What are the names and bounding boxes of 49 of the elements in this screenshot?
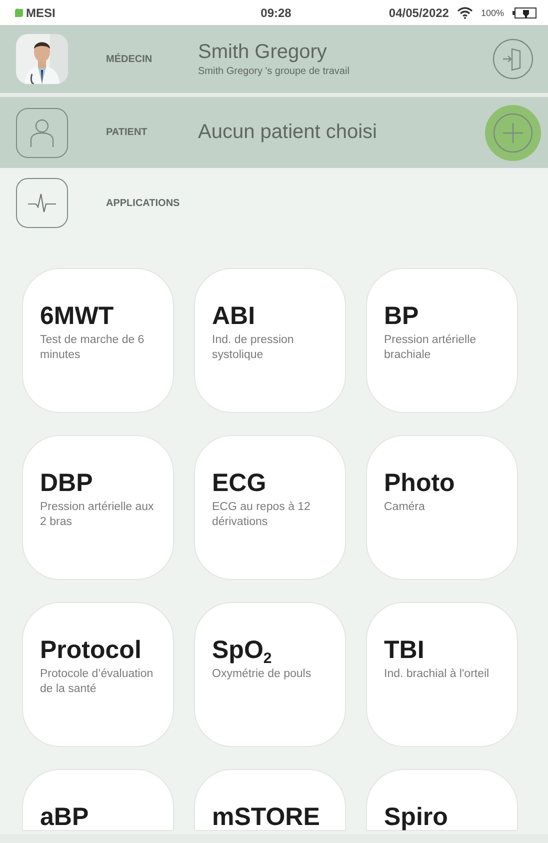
app-title: TBI (384, 637, 424, 663)
app-description: ECG au repos à 12 dérivations (212, 500, 312, 530)
wifi-icon (456, 6, 473, 18)
app-card[interactable]: SpO$_{2}$ Oxymétrie de pouls (194, 602, 346, 747)
person-icon (16, 108, 68, 158)
patient-label: PATIENT (106, 127, 148, 138)
app-title: BP (384, 303, 419, 329)
app-card[interactable]: BP Pression artérielle brachiale (366, 268, 518, 413)
app-card[interactable]: Protocol Protocole d’évaluation de la santé (22, 602, 174, 747)
app-title: SpO$_{2}$ (212, 637, 272, 663)
app-description: Caméra (384, 500, 425, 515)
applications-label: APPLICATIONS (106, 198, 181, 208)
app-title: DBP (40, 470, 93, 496)
clock: 09:28 (260, 6, 292, 20)
leaf-icon (14, 8, 24, 18)
app-description: Oxymétrie de pouls (212, 667, 312, 682)
brand-name: MESI (26, 6, 56, 20)
app-card[interactable]: aBP (22, 769, 174, 831)
app-description: Test de marche de 6 minutes (40, 333, 146, 363)
app-title: Photo (384, 470, 455, 496)
patient-value: Aucun patient choisi (198, 121, 378, 144)
date: 04/05/2022 (388, 6, 449, 20)
app-title: 6MWT (40, 303, 114, 329)
app-card[interactable]: DBP Pression artérielle aux 2 bras (22, 435, 174, 580)
app-card[interactable]: TBI Ind. brachial à l'orteil (366, 602, 518, 747)
app-description: Pression artérielle aux 2 bras (40, 500, 155, 530)
app-title: mSTORE (212, 804, 320, 830)
app-title: Spiro (384, 804, 448, 830)
app-title: Protocol (40, 637, 142, 663)
pulse-icon (16, 178, 68, 228)
app-card[interactable]: mSTORE (194, 769, 346, 831)
app-title: ECG (212, 470, 266, 496)
app-description: Ind. de pression systolique (212, 333, 295, 363)
app-description: Pression artérielle brachiale (384, 333, 478, 363)
battery-percent: 100% (480, 8, 504, 18)
app-card[interactable]: ABI Ind. de pression systolique (194, 268, 346, 413)
doctor-label: MÉDECIN (106, 54, 154, 64)
app-card[interactable]: ECG ECG au repos à 12 dérivations (194, 435, 346, 580)
logout-button[interactable] (492, 38, 534, 80)
app-title: ABI (212, 303, 256, 329)
app-description: Protocole d’évaluation de la santé (40, 667, 154, 697)
workgroup-name: Smith Gregory 's groupe de travail (198, 66, 350, 77)
app-title: aBP (40, 804, 89, 830)
app-description: Ind. brachial à l'orteil (384, 667, 490, 682)
doctor-name: Smith Gregory (198, 41, 328, 64)
battery-icon (512, 6, 538, 18)
app-card[interactable]: Photo Caméra (366, 435, 518, 580)
app-card[interactable]: 6MWT Test de marche de 6 minutes (22, 268, 174, 413)
app-card[interactable]: Spiro (366, 769, 518, 831)
